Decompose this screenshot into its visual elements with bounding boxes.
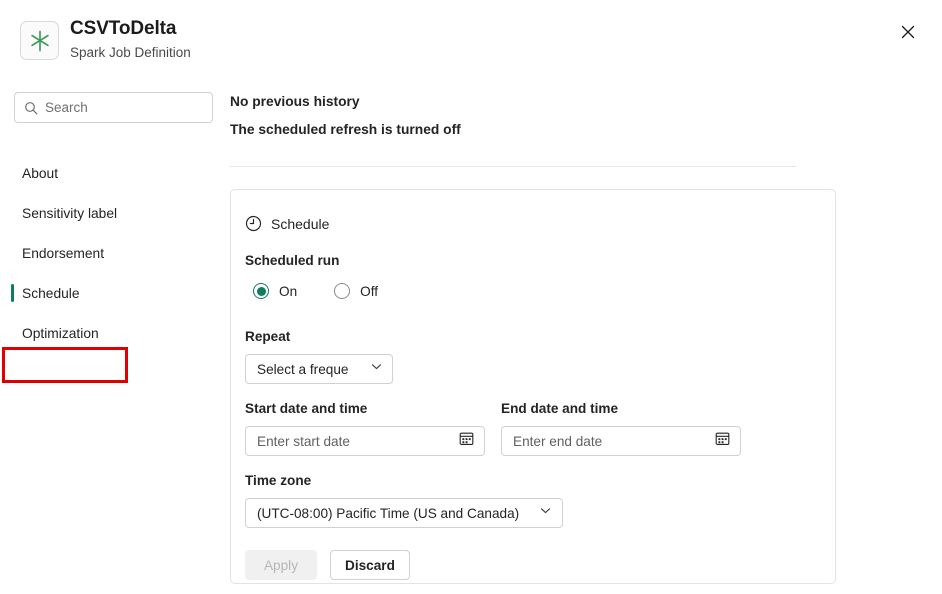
radio-option-on[interactable]: On bbox=[253, 283, 297, 299]
time-zone-dropdown[interactable]: (UTC-08:00) Pacific Time (US and Canada) bbox=[245, 498, 563, 528]
sidebar-nav: About Sensitivity label Endorsement Sche… bbox=[0, 153, 228, 353]
search-placeholder: Search bbox=[45, 100, 88, 115]
schedule-card: Schedule Scheduled run On Off Repeat Sel… bbox=[230, 189, 836, 584]
header-title-block: CSVToDelta Spark Job Definition bbox=[70, 17, 191, 62]
apply-button[interactable]: Apply bbox=[245, 550, 317, 580]
close-icon bbox=[901, 25, 915, 39]
scheduled-run-label: Scheduled run bbox=[245, 253, 339, 268]
sidebar-item-about[interactable]: About bbox=[0, 153, 228, 193]
sidebar-item-endorsement[interactable]: Endorsement bbox=[0, 233, 228, 273]
start-date-placeholder: Enter start date bbox=[257, 434, 350, 449]
spark-asterisk-icon bbox=[20, 21, 59, 60]
status-refresh-off: The scheduled refresh is turned off bbox=[230, 122, 461, 137]
status-no-history: No previous history bbox=[230, 94, 360, 109]
close-button[interactable] bbox=[892, 16, 924, 48]
start-date-label: Start date and time bbox=[245, 401, 367, 416]
dialog-header: CSVToDelta Spark Job Definition bbox=[0, 0, 942, 78]
radio-button-on[interactable] bbox=[253, 283, 269, 299]
start-date-input[interactable]: Enter start date bbox=[245, 426, 485, 456]
page-subtitle: Spark Job Definition bbox=[70, 43, 191, 62]
section-divider bbox=[230, 166, 796, 167]
radio-label-on: On bbox=[279, 284, 297, 299]
sidebar-item-label: About bbox=[22, 166, 58, 181]
sidebar-item-label: Schedule bbox=[22, 286, 80, 301]
repeat-dropdown[interactable]: Select a freque bbox=[245, 354, 393, 384]
end-date-label: End date and time bbox=[501, 401, 618, 416]
search-input[interactable]: Search bbox=[14, 92, 213, 123]
schedule-card-title: Schedule bbox=[271, 216, 329, 232]
card-action-buttons: Apply Discard bbox=[245, 550, 410, 580]
sidebar-item-sensitivity-label[interactable]: Sensitivity label bbox=[0, 193, 228, 233]
radio-button-off[interactable] bbox=[334, 283, 350, 299]
time-zone-value: (UTC-08:00) Pacific Time (US and Canada) bbox=[257, 506, 519, 521]
sidebar-item-label: Sensitivity label bbox=[22, 206, 117, 221]
selected-indicator-bar bbox=[11, 284, 14, 302]
sidebar-item-optimization[interactable]: Optimization bbox=[0, 313, 228, 353]
page-title: CSVToDelta bbox=[70, 17, 191, 41]
sidebar-item-schedule[interactable]: Schedule bbox=[0, 273, 228, 313]
sidebar-item-label: Optimization bbox=[22, 326, 99, 341]
end-date-input[interactable]: Enter end date bbox=[501, 426, 741, 456]
radio-label-off: Off bbox=[360, 284, 378, 299]
clock-icon bbox=[245, 215, 262, 232]
discard-button[interactable]: Discard bbox=[330, 550, 410, 580]
chevron-down-icon bbox=[370, 360, 383, 378]
schedule-card-header: Schedule bbox=[245, 215, 329, 232]
end-date-placeholder: Enter end date bbox=[513, 434, 602, 449]
calendar-icon[interactable] bbox=[459, 431, 474, 451]
scheduled-run-radio-group: On Off bbox=[253, 283, 415, 299]
calendar-icon[interactable] bbox=[715, 431, 730, 451]
search-icon bbox=[24, 101, 38, 115]
repeat-label: Repeat bbox=[245, 329, 290, 344]
main-content: No previous history The scheduled refres… bbox=[228, 78, 942, 594]
sidebar-item-label: Endorsement bbox=[22, 246, 104, 261]
time-zone-label: Time zone bbox=[245, 473, 311, 488]
radio-option-off[interactable]: Off bbox=[334, 283, 378, 299]
sidebar: Search About Sensitivity label Endorseme… bbox=[0, 78, 228, 594]
chevron-down-icon bbox=[539, 504, 552, 522]
repeat-dropdown-value: Select a freque bbox=[257, 362, 348, 377]
